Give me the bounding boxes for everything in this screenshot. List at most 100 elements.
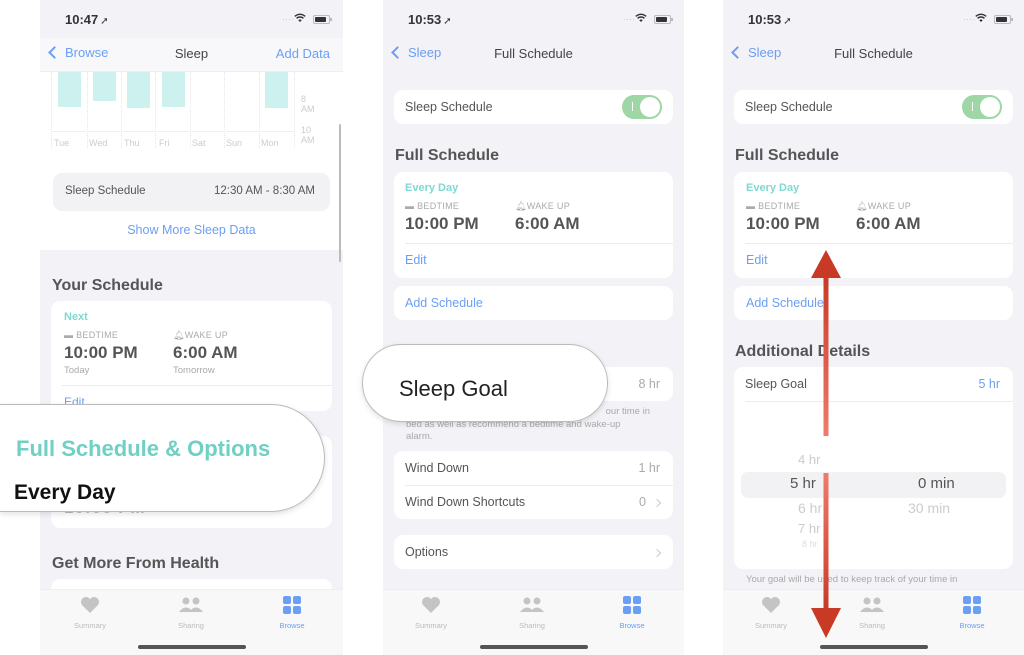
options-chevron xyxy=(646,545,662,559)
sleep-goal-row[interactable]: Sleep Goal 5 hr xyxy=(734,367,1013,401)
wake-up-value: 6:00 AM xyxy=(515,214,580,233)
tab-label: Summary xyxy=(754,621,788,630)
wifi-icon xyxy=(635,13,647,22)
wake-up-label: 🔔︎WAKE UP xyxy=(515,201,571,211)
battery-icon xyxy=(313,15,332,24)
chart-gridline xyxy=(190,72,191,148)
add-schedule-button[interactable]: Add Schedule xyxy=(734,286,1013,320)
bedtime-label: ▬ BEDTIME xyxy=(64,330,119,340)
grid-icon xyxy=(623,596,641,614)
options-row[interactable]: Options xyxy=(394,535,673,569)
status-bar: 10:53 ➚ .... xyxy=(723,0,1024,38)
arrow-up-icon xyxy=(811,250,841,436)
phone-screen-sleep: 10:47 ➚ .... Browse Sleep Add Data Tue We… xyxy=(40,0,343,655)
picker-minute-option[interactable]: 30 min xyxy=(908,500,950,516)
picker-minute-selected[interactable]: 0 min xyxy=(918,475,955,492)
tab-browse[interactable]: Browse xyxy=(602,596,662,630)
phone-screen-full-schedule-picker: 10:53 ➚ .... Sleep Full Schedule Sleep Sc… xyxy=(723,0,1024,655)
tab-browse[interactable]: Browse xyxy=(942,596,1002,630)
tab-bar: Summary Sharing Browse xyxy=(723,589,1024,655)
wake-up-value: 6:00 AM xyxy=(173,343,238,362)
additional-details-heading: Additional Details xyxy=(735,343,871,360)
wifi-icon xyxy=(294,13,306,22)
callout-full-schedule-options[interactable]: Full Schedule & Options Every Day xyxy=(0,404,325,512)
wake-up-label: 🔔︎WAKE UP xyxy=(856,201,912,211)
status-bar: 10:53 ➚ .... xyxy=(383,0,684,38)
bell-icon: 🔔︎ xyxy=(515,201,527,211)
sleep-chart: Tue Wed Thu Fri Sat Sun Mon 8 AM 10 AM xyxy=(51,72,315,152)
tab-summary[interactable]: Summary xyxy=(401,596,461,630)
bedtime-value: 10:00 PM xyxy=(746,214,820,233)
wind-down-label: Wind Down xyxy=(405,461,469,475)
wake-up-day: Tomorrow xyxy=(173,365,215,376)
status-time: 10:53 ➚ xyxy=(408,12,452,27)
sleep-goal-note: Your goal will be used to keep track of … xyxy=(746,574,958,585)
sleep-goal-label: Sleep Goal xyxy=(745,377,807,391)
grid-icon xyxy=(283,596,301,614)
show-more-sleep-data-link[interactable]: Show More Sleep Data xyxy=(40,223,343,237)
sleep-goal-card: Sleep Goal 5 hr 4 hr 5 hr 6 hr 7 hr 8 hr… xyxy=(734,367,1013,569)
home-indicator xyxy=(479,645,588,649)
location-arrow-icon: ➚ xyxy=(443,16,452,27)
edit-link[interactable]: Edit xyxy=(405,253,427,267)
nav-bar: Sleep Full Schedule xyxy=(383,38,684,72)
tab-sharing[interactable]: Sharing xyxy=(842,596,902,630)
wind-down-value: 1 hr xyxy=(638,461,660,475)
your-schedule-heading: Your Schedule xyxy=(52,277,163,294)
callout-title: Full Schedule & Options xyxy=(16,436,271,461)
sleep-goal-picker[interactable]: 4 hr 5 hr 6 hr 7 hr 8 hr 0 min 30 min xyxy=(734,401,1013,569)
every-day-label: Every Day xyxy=(405,182,459,194)
tab-label: Sharing xyxy=(859,621,885,630)
bedtime-label: ▬ BEDTIME xyxy=(746,201,801,211)
tab-label: Browse xyxy=(619,621,645,630)
tab-label: Summary xyxy=(414,621,448,630)
battery-icon xyxy=(654,15,673,24)
people-icon xyxy=(520,597,544,612)
wifi-icon xyxy=(975,13,987,22)
tab-browse[interactable]: Browse xyxy=(262,596,322,630)
people-icon xyxy=(179,597,203,612)
nav-title: Full Schedule xyxy=(494,46,573,61)
edit-link[interactable]: Edit xyxy=(746,253,768,267)
phone-screen-full-schedule: 10:53 ➚ .... Sleep Full Schedule Sleep Sc… xyxy=(383,0,684,655)
callout-subtitle: Every Day xyxy=(14,481,116,504)
sleep-schedule-toggle[interactable] xyxy=(962,95,1002,119)
sleep-schedule-row[interactable]: Sleep Schedule 12:30 AM - 8:30 AM xyxy=(53,173,330,211)
sleep-schedule-label: Sleep Schedule xyxy=(745,100,833,114)
tab-sharing[interactable]: Sharing xyxy=(502,596,562,630)
sleep-schedule-toggle-row: Sleep Schedule xyxy=(394,90,673,124)
divider xyxy=(745,243,1013,244)
people-icon xyxy=(860,597,884,612)
wind-down-shortcuts-row[interactable]: Wind Down Shortcuts 0 xyxy=(394,485,673,519)
wind-down-shortcuts-value: 0 xyxy=(639,495,662,509)
callout-sleep-goal[interactable]: Sleep Goal xyxy=(362,344,608,422)
grid-icon xyxy=(963,596,981,614)
chart-bar-wed xyxy=(93,72,116,101)
wake-up-label: 🔔︎WAKE UP xyxy=(173,330,229,340)
chart-gridline xyxy=(121,72,122,148)
status-time: 10:47 ➚ xyxy=(65,12,109,27)
status-time: 10:53 ➚ xyxy=(748,12,792,27)
schedule-card[interactable]: Every Day ▬ BEDTIME 🔔︎WAKE UP 10:00 PM 6… xyxy=(394,172,673,278)
chart-day-label: Sat xyxy=(192,138,206,148)
chart-day-label: Tue xyxy=(54,138,70,148)
wind-down-shortcuts-label: Wind Down Shortcuts xyxy=(405,495,526,509)
bell-icon: 🔔︎ xyxy=(173,330,185,340)
get-more-heading: Get More From Health xyxy=(52,555,220,572)
location-arrow-icon: ➚ xyxy=(100,16,109,27)
add-data-button[interactable]: Add Data xyxy=(276,46,330,61)
wake-up-value: 6:00 AM xyxy=(856,214,921,233)
sleep-schedule-toggle[interactable] xyxy=(622,95,662,119)
tab-sharing[interactable]: Sharing xyxy=(161,596,221,630)
chart-axis-label: 10 AM xyxy=(301,125,315,145)
schedule-card[interactable]: Every Day ▬ BEDTIME 🔔︎WAKE UP 10:00 PM 6… xyxy=(734,172,1013,278)
chart-gridline xyxy=(224,72,225,148)
add-schedule-button[interactable]: Add Schedule xyxy=(394,286,673,320)
heart-icon xyxy=(762,597,780,613)
tab-bar: Summary Sharing Browse xyxy=(383,589,684,655)
tab-summary[interactable]: Summary xyxy=(60,596,120,630)
tab-summary[interactable]: Summary xyxy=(741,596,801,630)
scrollbar[interactable] xyxy=(339,124,341,262)
wind-down-row[interactable]: Wind Down 1 hr xyxy=(394,451,673,485)
your-schedule-card[interactable]: Next ▬ BEDTIME 🔔︎WAKE UP 10:00 PM 6:00 A… xyxy=(51,301,332,411)
